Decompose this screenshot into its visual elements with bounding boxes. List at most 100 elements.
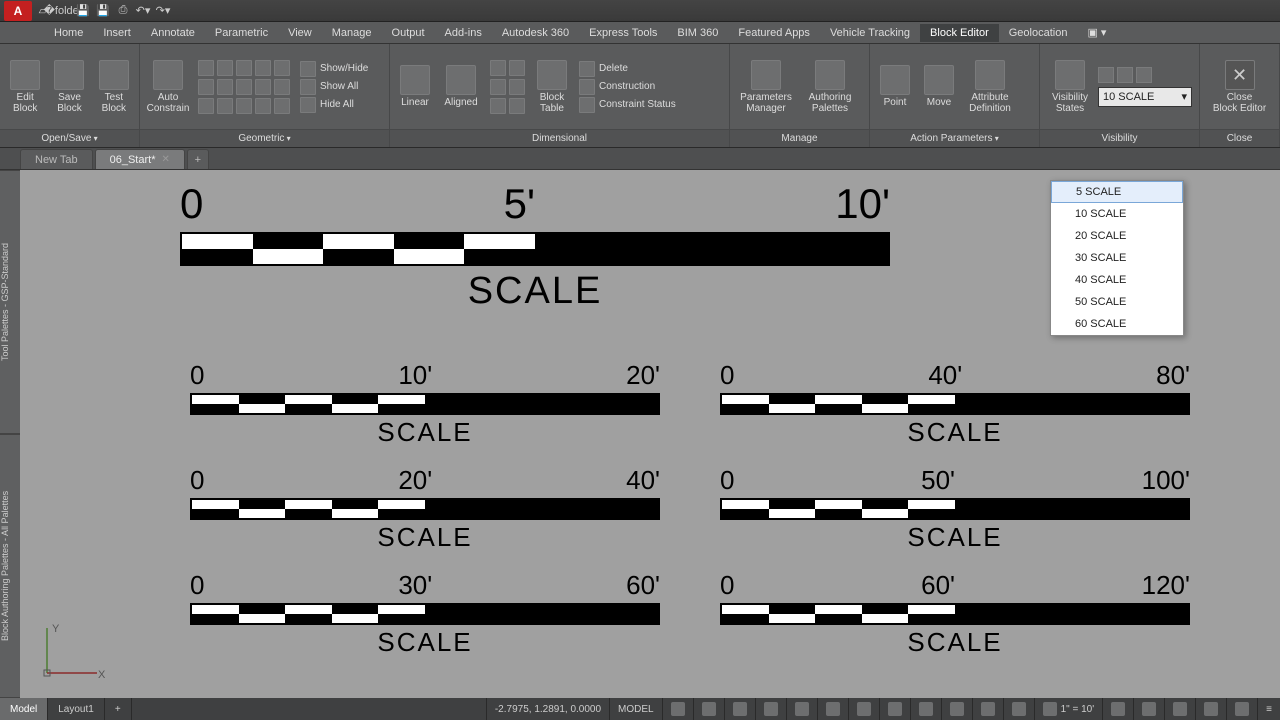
menu-manage[interactable]: Manage [322, 24, 382, 42]
qat-save-icon[interactable]: 💾 [74, 2, 92, 20]
constraint-icon[interactable] [274, 79, 290, 95]
status-toggle[interactable] [662, 698, 693, 720]
constraint-icon[interactable] [217, 98, 233, 114]
menu-parametric[interactable]: Parametric [205, 24, 278, 42]
menu-addins[interactable]: Add-ins [435, 24, 492, 42]
menu-output[interactable]: Output [382, 24, 435, 42]
menu-insert[interactable]: Insert [93, 24, 141, 42]
app-logo[interactable]: A [4, 1, 32, 21]
hide-all-button[interactable]: Hide All [300, 97, 368, 113]
vis-icon[interactable] [1117, 67, 1133, 83]
qat-saveas-icon[interactable]: 💾 [94, 2, 112, 20]
dim-icon[interactable] [509, 60, 525, 76]
dim-icon[interactable] [490, 60, 506, 76]
visibility-state-dropdown[interactable]: 10 SCALE▾ [1098, 87, 1192, 107]
constraint-icon[interactable] [255, 60, 271, 76]
visibility-states-button[interactable]: VisibilityStates [1044, 47, 1096, 127]
tab-close-icon[interactable]: ✕ [161, 154, 169, 165]
panel-manage[interactable]: Manage [730, 129, 869, 147]
save-block-button[interactable]: SaveBlock [48, 47, 90, 127]
panel-dimensional[interactable]: Dimensional [390, 129, 729, 147]
constraint-status-button[interactable]: Constraint Status [579, 97, 676, 113]
status-toggle[interactable] [817, 698, 848, 720]
tab-add[interactable]: + [187, 149, 209, 169]
constraint-icon[interactable] [198, 60, 214, 76]
auto-constrain-button[interactable]: AutoConstrain [144, 47, 192, 127]
palette-block-authoring[interactable]: Block Authoring Palettes - All Palettes [0, 434, 20, 698]
status-tab-layout1[interactable]: Layout1 [48, 698, 105, 720]
menu-bim360[interactable]: BIM 360 [667, 24, 728, 42]
vis-icon[interactable] [1098, 67, 1114, 83]
status-tab-model[interactable]: Model [0, 698, 48, 720]
qat-redo-icon[interactable]: ↷▾ [154, 2, 172, 20]
constraint-icon[interactable] [255, 98, 271, 114]
linear-button[interactable]: Linear [394, 47, 436, 127]
test-block-button[interactable]: TestBlock [93, 47, 135, 127]
constraint-icon[interactable] [198, 79, 214, 95]
tab-new[interactable]: New Tab [20, 149, 93, 169]
aligned-button[interactable]: Aligned [438, 47, 484, 127]
menu-featured-apps[interactable]: Featured Apps [728, 24, 820, 42]
constraint-icon[interactable] [274, 98, 290, 114]
panel-geometric[interactable]: Geometric [140, 129, 389, 147]
menu-block-editor[interactable]: Block Editor [920, 24, 999, 42]
visibility-option[interactable]: 60 SCALE [1051, 313, 1183, 335]
qat-open-icon[interactable]: �folder [54, 2, 72, 20]
status-toggle[interactable] [1226, 698, 1257, 720]
panel-action-parameters[interactable]: Action Parameters [870, 129, 1039, 147]
qat-undo-icon[interactable]: ↶▾ [134, 2, 152, 20]
menu-annotate[interactable]: Annotate [141, 24, 205, 42]
delete-button[interactable]: Delete [579, 61, 676, 77]
constraint-icon[interactable] [198, 98, 214, 114]
palette-tool[interactable]: Tool Palettes - GSP-Standard [0, 170, 20, 434]
panel-visibility[interactable]: Visibility [1040, 129, 1199, 147]
status-tab-add[interactable]: + [105, 698, 132, 720]
menu-view[interactable]: View [278, 24, 322, 42]
status-toggle[interactable] [848, 698, 879, 720]
parameters-manager-button[interactable]: ParametersManager [734, 47, 798, 127]
constraint-icon[interactable] [255, 79, 271, 95]
status-customize[interactable]: ≡ [1257, 698, 1280, 720]
menu-overflow[interactable]: ▣ ▾ [1077, 23, 1116, 42]
menu-express-tools[interactable]: Express Tools [579, 24, 667, 42]
status-toggle[interactable] [910, 698, 941, 720]
dim-icon[interactable] [490, 79, 506, 95]
visibility-option[interactable]: 20 SCALE [1051, 225, 1183, 247]
constraint-icon[interactable] [236, 98, 252, 114]
status-toggle[interactable] [1195, 698, 1226, 720]
panel-open-save[interactable]: Open/Save [0, 129, 139, 147]
construction-button[interactable]: Construction [579, 79, 676, 95]
qat-print-icon[interactable]: ⎙ [114, 2, 132, 20]
status-toggle[interactable] [1003, 698, 1034, 720]
constraint-icon[interactable] [217, 60, 233, 76]
status-space[interactable]: MODEL [609, 698, 662, 720]
dim-icon[interactable] [490, 98, 506, 114]
status-toggle[interactable] [941, 698, 972, 720]
status-toggle[interactable] [724, 698, 755, 720]
show-hide-button[interactable]: Show/Hide [300, 61, 368, 77]
edit-block-button[interactable]: EditBlock [4, 47, 46, 127]
dim-icon[interactable] [509, 79, 525, 95]
dim-icon[interactable] [509, 98, 525, 114]
menu-geolocation[interactable]: Geolocation [999, 24, 1078, 42]
authoring-palettes-button[interactable]: AuthoringPalettes [800, 47, 860, 127]
visibility-option[interactable]: 10 SCALE [1051, 203, 1183, 225]
visibility-option[interactable]: 30 SCALE [1051, 247, 1183, 269]
visibility-option[interactable]: 40 SCALE [1051, 269, 1183, 291]
close-block-editor-button[interactable]: ✕CloseBlock Editor [1205, 47, 1275, 127]
visibility-option[interactable]: 50 SCALE [1051, 291, 1183, 313]
vis-icon[interactable] [1136, 67, 1152, 83]
status-toggle[interactable] [879, 698, 910, 720]
constraint-icon[interactable] [236, 60, 252, 76]
panel-close[interactable]: Close [1200, 129, 1279, 147]
point-button[interactable]: Point [874, 47, 916, 127]
constraint-icon[interactable] [236, 79, 252, 95]
menu-home[interactable]: Home [44, 24, 93, 42]
status-toggle[interactable] [786, 698, 817, 720]
attribute-definition-button[interactable]: AttributeDefinition [962, 47, 1018, 127]
status-toggle[interactable] [1164, 698, 1195, 720]
move-button[interactable]: Move [918, 47, 960, 127]
menu-autodesk360[interactable]: Autodesk 360 [492, 24, 579, 42]
status-toggle[interactable] [972, 698, 1003, 720]
tab-current[interactable]: 06_Start*✕ [95, 149, 185, 169]
